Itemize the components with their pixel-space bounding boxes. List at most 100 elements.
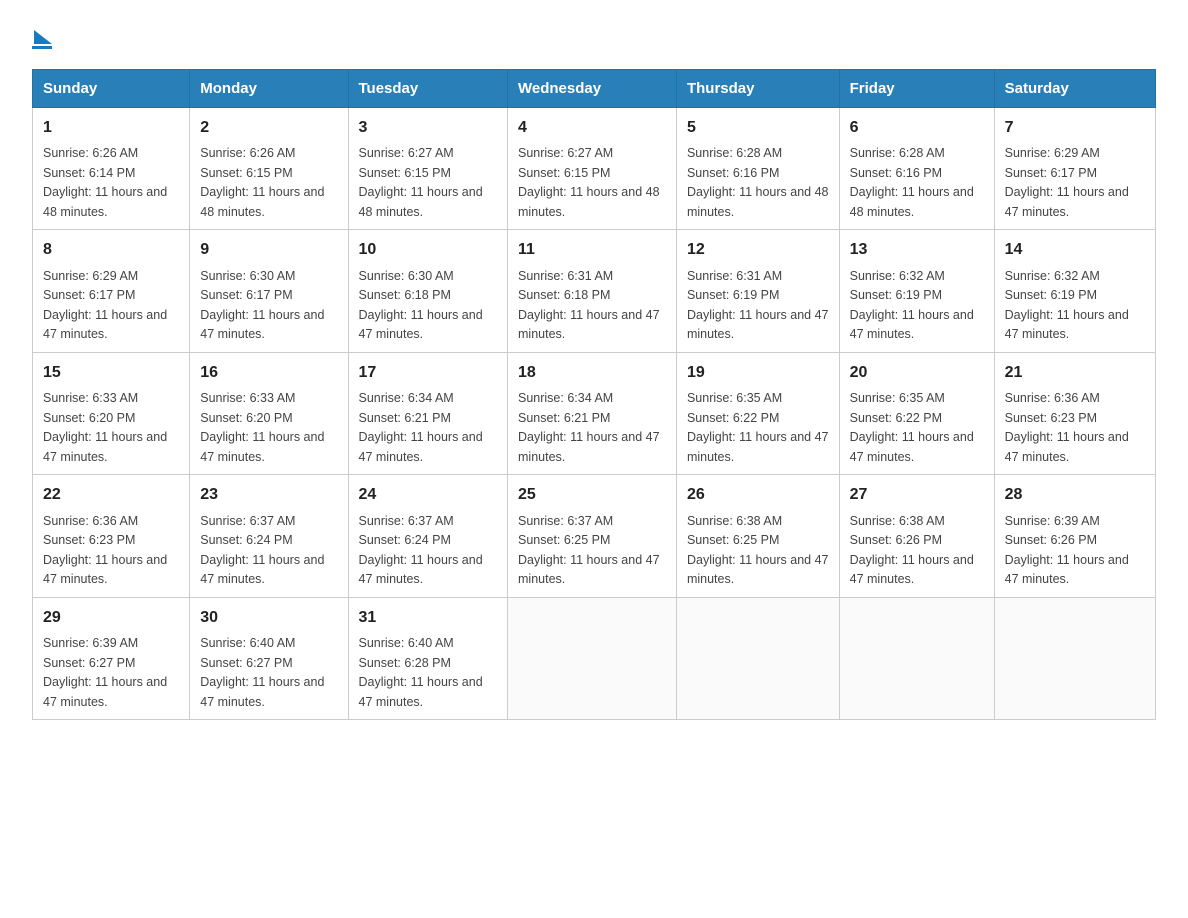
calendar-week-row: 1 Sunrise: 6:26 AMSunset: 6:14 PMDayligh…	[33, 108, 1156, 230]
calendar-cell: 21 Sunrise: 6:36 AMSunset: 6:23 PMDaylig…	[994, 352, 1155, 474]
calendar-cell: 7 Sunrise: 6:29 AMSunset: 6:17 PMDayligh…	[994, 108, 1155, 230]
day-number: 9	[200, 238, 337, 261]
day-number: 3	[359, 116, 498, 139]
day-number: 6	[850, 116, 984, 139]
logo-underline	[32, 46, 52, 49]
calendar-cell: 4 Sunrise: 6:27 AMSunset: 6:15 PMDayligh…	[508, 108, 677, 230]
day-info: Sunrise: 6:40 AMSunset: 6:27 PMDaylight:…	[200, 636, 324, 709]
column-header-tuesday: Tuesday	[348, 70, 508, 108]
calendar-cell: 11 Sunrise: 6:31 AMSunset: 6:18 PMDaylig…	[508, 230, 677, 352]
day-number: 10	[359, 238, 498, 261]
day-info: Sunrise: 6:40 AMSunset: 6:28 PMDaylight:…	[359, 636, 483, 709]
day-info: Sunrise: 6:39 AMSunset: 6:26 PMDaylight:…	[1005, 514, 1129, 587]
calendar-cell: 6 Sunrise: 6:28 AMSunset: 6:16 PMDayligh…	[839, 108, 994, 230]
calendar-cell: 15 Sunrise: 6:33 AMSunset: 6:20 PMDaylig…	[33, 352, 190, 474]
day-number: 4	[518, 116, 666, 139]
day-number: 16	[200, 361, 337, 384]
day-number: 7	[1005, 116, 1145, 139]
day-number: 30	[200, 606, 337, 629]
calendar-cell: 13 Sunrise: 6:32 AMSunset: 6:19 PMDaylig…	[839, 230, 994, 352]
calendar-cell: 17 Sunrise: 6:34 AMSunset: 6:21 PMDaylig…	[348, 352, 508, 474]
calendar-cell	[994, 597, 1155, 719]
calendar-cell: 24 Sunrise: 6:37 AMSunset: 6:24 PMDaylig…	[348, 475, 508, 597]
calendar-cell: 25 Sunrise: 6:37 AMSunset: 6:25 PMDaylig…	[508, 475, 677, 597]
day-number: 1	[43, 116, 179, 139]
day-number: 13	[850, 238, 984, 261]
day-info: Sunrise: 6:36 AMSunset: 6:23 PMDaylight:…	[43, 514, 167, 587]
calendar-cell: 31 Sunrise: 6:40 AMSunset: 6:28 PMDaylig…	[348, 597, 508, 719]
day-info: Sunrise: 6:32 AMSunset: 6:19 PMDaylight:…	[1005, 269, 1129, 342]
calendar-cell: 8 Sunrise: 6:29 AMSunset: 6:17 PMDayligh…	[33, 230, 190, 352]
calendar-cell: 5 Sunrise: 6:28 AMSunset: 6:16 PMDayligh…	[676, 108, 839, 230]
day-number: 24	[359, 483, 498, 506]
calendar-cell: 16 Sunrise: 6:33 AMSunset: 6:20 PMDaylig…	[190, 352, 348, 474]
day-number: 31	[359, 606, 498, 629]
calendar-cell: 18 Sunrise: 6:34 AMSunset: 6:21 PMDaylig…	[508, 352, 677, 474]
day-info: Sunrise: 6:30 AMSunset: 6:18 PMDaylight:…	[359, 269, 483, 342]
day-info: Sunrise: 6:39 AMSunset: 6:27 PMDaylight:…	[43, 636, 167, 709]
day-number: 14	[1005, 238, 1145, 261]
calendar-cell: 19 Sunrise: 6:35 AMSunset: 6:22 PMDaylig…	[676, 352, 839, 474]
day-number: 2	[200, 116, 337, 139]
day-number: 21	[1005, 361, 1145, 384]
day-info: Sunrise: 6:34 AMSunset: 6:21 PMDaylight:…	[518, 391, 660, 464]
calendar-cell	[508, 597, 677, 719]
calendar-cell	[676, 597, 839, 719]
calendar-cell: 9 Sunrise: 6:30 AMSunset: 6:17 PMDayligh…	[190, 230, 348, 352]
calendar-cell: 12 Sunrise: 6:31 AMSunset: 6:19 PMDaylig…	[676, 230, 839, 352]
day-info: Sunrise: 6:27 AMSunset: 6:15 PMDaylight:…	[359, 146, 483, 219]
day-info: Sunrise: 6:34 AMSunset: 6:21 PMDaylight:…	[359, 391, 483, 464]
day-number: 27	[850, 483, 984, 506]
day-info: Sunrise: 6:31 AMSunset: 6:18 PMDaylight:…	[518, 269, 660, 342]
day-number: 5	[687, 116, 829, 139]
day-info: Sunrise: 6:37 AMSunset: 6:24 PMDaylight:…	[200, 514, 324, 587]
calendar-table: SundayMondayTuesdayWednesdayThursdayFrid…	[32, 69, 1156, 720]
day-number: 8	[43, 238, 179, 261]
day-number: 23	[200, 483, 337, 506]
calendar-cell: 27 Sunrise: 6:38 AMSunset: 6:26 PMDaylig…	[839, 475, 994, 597]
day-info: Sunrise: 6:35 AMSunset: 6:22 PMDaylight:…	[850, 391, 974, 464]
day-number: 20	[850, 361, 984, 384]
calendar-cell: 10 Sunrise: 6:30 AMSunset: 6:18 PMDaylig…	[348, 230, 508, 352]
column-header-sunday: Sunday	[33, 70, 190, 108]
calendar-cell: 23 Sunrise: 6:37 AMSunset: 6:24 PMDaylig…	[190, 475, 348, 597]
day-number: 19	[687, 361, 829, 384]
column-header-saturday: Saturday	[994, 70, 1155, 108]
day-info: Sunrise: 6:37 AMSunset: 6:25 PMDaylight:…	[518, 514, 660, 587]
calendar-cell: 22 Sunrise: 6:36 AMSunset: 6:23 PMDaylig…	[33, 475, 190, 597]
day-number: 15	[43, 361, 179, 384]
logo	[32, 24, 52, 49]
day-info: Sunrise: 6:38 AMSunset: 6:26 PMDaylight:…	[850, 514, 974, 587]
calendar-week-row: 29 Sunrise: 6:39 AMSunset: 6:27 PMDaylig…	[33, 597, 1156, 719]
logo-arrow-icon	[34, 30, 52, 44]
calendar-cell: 26 Sunrise: 6:38 AMSunset: 6:25 PMDaylig…	[676, 475, 839, 597]
calendar-cell: 3 Sunrise: 6:27 AMSunset: 6:15 PMDayligh…	[348, 108, 508, 230]
day-info: Sunrise: 6:38 AMSunset: 6:25 PMDaylight:…	[687, 514, 829, 587]
calendar-cell: 28 Sunrise: 6:39 AMSunset: 6:26 PMDaylig…	[994, 475, 1155, 597]
column-header-friday: Friday	[839, 70, 994, 108]
column-header-wednesday: Wednesday	[508, 70, 677, 108]
day-info: Sunrise: 6:33 AMSunset: 6:20 PMDaylight:…	[43, 391, 167, 464]
day-info: Sunrise: 6:37 AMSunset: 6:24 PMDaylight:…	[359, 514, 483, 587]
day-info: Sunrise: 6:36 AMSunset: 6:23 PMDaylight:…	[1005, 391, 1129, 464]
column-header-thursday: Thursday	[676, 70, 839, 108]
calendar-cell: 29 Sunrise: 6:39 AMSunset: 6:27 PMDaylig…	[33, 597, 190, 719]
day-number: 25	[518, 483, 666, 506]
calendar-week-row: 22 Sunrise: 6:36 AMSunset: 6:23 PMDaylig…	[33, 475, 1156, 597]
day-info: Sunrise: 6:26 AMSunset: 6:14 PMDaylight:…	[43, 146, 167, 219]
day-info: Sunrise: 6:31 AMSunset: 6:19 PMDaylight:…	[687, 269, 829, 342]
day-info: Sunrise: 6:32 AMSunset: 6:19 PMDaylight:…	[850, 269, 974, 342]
page-header	[32, 24, 1156, 49]
day-info: Sunrise: 6:28 AMSunset: 6:16 PMDaylight:…	[687, 146, 829, 219]
day-info: Sunrise: 6:26 AMSunset: 6:15 PMDaylight:…	[200, 146, 324, 219]
day-info: Sunrise: 6:28 AMSunset: 6:16 PMDaylight:…	[850, 146, 974, 219]
day-info: Sunrise: 6:33 AMSunset: 6:20 PMDaylight:…	[200, 391, 324, 464]
day-info: Sunrise: 6:29 AMSunset: 6:17 PMDaylight:…	[1005, 146, 1129, 219]
day-number: 28	[1005, 483, 1145, 506]
calendar-cell: 14 Sunrise: 6:32 AMSunset: 6:19 PMDaylig…	[994, 230, 1155, 352]
column-header-monday: Monday	[190, 70, 348, 108]
day-number: 29	[43, 606, 179, 629]
calendar-cell: 1 Sunrise: 6:26 AMSunset: 6:14 PMDayligh…	[33, 108, 190, 230]
day-number: 22	[43, 483, 179, 506]
day-number: 18	[518, 361, 666, 384]
